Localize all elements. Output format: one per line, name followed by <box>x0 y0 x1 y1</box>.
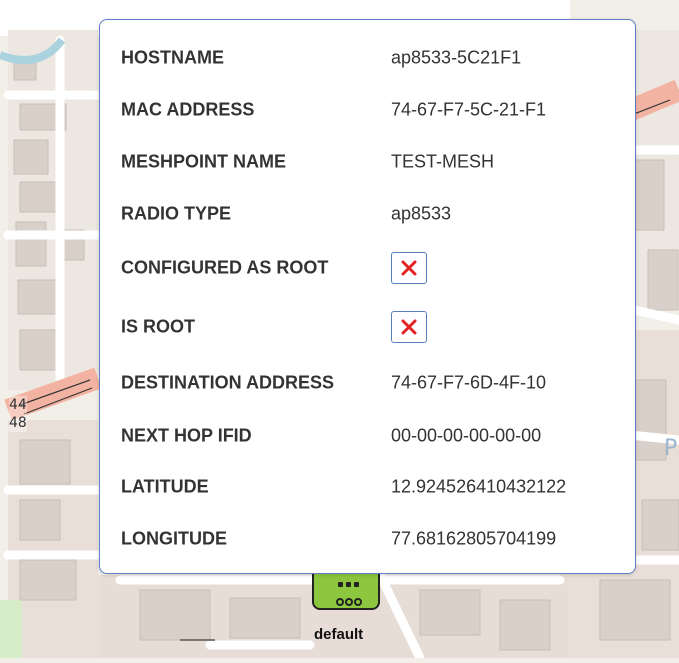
red-x-icon <box>391 252 427 284</box>
row-value: TEST-MESH <box>391 151 495 172</box>
row-key: CONFIGURED AS ROOT <box>121 257 329 278</box>
info-row-configured-as-root: CONFIGURED AS ROOT <box>100 242 635 294</box>
row-key: HOSTNAME <box>121 47 224 68</box>
row-value: 74-67-F7-6D-4F-10 <box>391 372 547 393</box>
port-dots-icon <box>336 593 363 611</box>
row-value: ap8533-5C21F1 <box>391 47 522 68</box>
info-row-next-hop-ifid: NEXT HOP IFID 00-00-00-00-00-00 <box>100 410 635 462</box>
info-row-hostname: HOSTNAME ap8533-5C21F1 <box>100 32 635 84</box>
row-key: LATITUDE <box>121 476 209 497</box>
device-label[interactable]: default <box>314 626 363 643</box>
map-place-label: P <box>664 436 678 461</box>
row-key: RADIO TYPE <box>121 203 232 224</box>
row-key: IS ROOT <box>121 316 196 337</box>
row-value: 74-67-F7-5C-21-F1 <box>391 99 547 120</box>
red-x-icon <box>391 311 427 343</box>
info-row-destination-address: DESTINATION ADDRESS 74-67-F7-6D-4F-10 <box>100 357 635 409</box>
row-value: 12.924526410432122 <box>391 476 567 497</box>
row-key: DESTINATION ADDRESS <box>121 372 335 393</box>
row-value: ap8533 <box>391 203 452 224</box>
row-key: MESHPOINT NAME <box>121 151 287 172</box>
status-bars-icon <box>338 574 362 592</box>
row-key: LONGITUDE <box>121 528 227 549</box>
device-info-popup: HOSTNAME ap8533-5C21F1 MAC ADDRESS 74-67… <box>99 19 636 574</box>
info-row-meshpoint-name: MESHPOINT NAME TEST-MESH <box>100 136 635 188</box>
info-row-longitude: LONGITUDE 77.68162805704199 <box>100 513 635 565</box>
info-row-mac-address: MAC ADDRESS 74-67-F7-5C-21-F1 <box>100 84 635 136</box>
row-key: NEXT HOP IFID <box>121 425 252 446</box>
row-value: 00-00-00-00-00-00 <box>391 425 542 446</box>
map-road-label-left: 44 48 <box>9 396 27 432</box>
row-key: MAC ADDRESS <box>121 99 255 120</box>
info-row-is-root: IS ROOT <box>100 301 635 353</box>
info-row-latitude: LATITUDE 12.924526410432122 <box>100 461 635 513</box>
info-row-radio-type: RADIO TYPE ap8533 <box>100 188 635 240</box>
row-value: 77.68162805704199 <box>391 528 557 549</box>
